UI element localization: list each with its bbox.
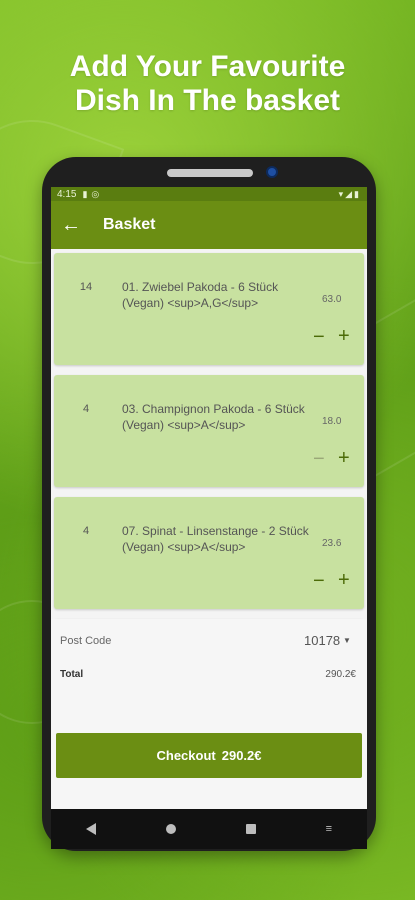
total-label: Total	[60, 669, 84, 680]
status-bar: 4:15 ▮ ◎ ▾◢▮	[51, 187, 367, 201]
phone-speaker	[167, 169, 253, 177]
page-title: Basket	[103, 216, 156, 233]
post-code-label: Post Code	[60, 635, 112, 647]
total-value: 290.2€	[325, 669, 356, 680]
checkout-amount: 290.2€	[221, 748, 262, 763]
item-price: 63.0	[322, 294, 342, 305]
battery-icon: ▮	[354, 188, 361, 199]
checkout-button[interactable]: Checkout 290.2€	[56, 733, 362, 778]
order-summary: Post Code 10178 ▼ Total 290.2€ Checkout …	[51, 619, 367, 809]
increase-quantity-button[interactable]: +	[338, 325, 350, 348]
arrow-left-icon[interactable]: ←	[61, 214, 91, 237]
item-name: 03. Champignon Pakoda - 6 Stück (Vegan) …	[122, 402, 305, 432]
item-quantity: 14	[79, 281, 93, 293]
checkout-label: Checkout	[156, 748, 216, 763]
nav-back-icon[interactable]	[85, 823, 96, 835]
item-quantity: 4	[82, 403, 90, 415]
signal-icon: ◢	[345, 188, 355, 199]
item-price: 18.0	[322, 416, 342, 427]
decrease-quantity-button[interactable]: −	[313, 448, 325, 471]
increase-quantity-button[interactable]: +	[338, 447, 350, 470]
battery-icon: ▮	[82, 188, 88, 199]
item-name: 07. Spinat - Linsenstange - 2 Stück (Veg…	[122, 524, 309, 554]
basket-list[interactable]: 14 01. Zwiebel Pakoda - 6 Stück (Vegan) …	[51, 249, 367, 619]
phone-camera	[266, 166, 278, 178]
promo-headline-line1: Add Your Favourite	[69, 50, 346, 83]
phone-frame: 4:15 ▮ ◎ ▾◢▮ ← Basket 14 01. Zwiebel Pak…	[42, 157, 376, 851]
decrease-quantity-button[interactable]: −	[313, 326, 325, 349]
app-screen: 4:15 ▮ ◎ ▾◢▮ ← Basket 14 01. Zwiebel Pak…	[51, 187, 367, 809]
decrease-quantity-button[interactable]: −	[313, 570, 325, 593]
increase-quantity-button[interactable]: +	[338, 569, 350, 592]
system-nav-bar: ≡	[51, 809, 367, 849]
nav-recents-icon[interactable]	[245, 824, 256, 834]
basket-item: 4 07. Spinat - Linsenstange - 2 Stück (V…	[54, 497, 364, 609]
status-right-icons: ▾◢▮	[339, 189, 361, 200]
post-code-select[interactable]: 10178	[304, 633, 340, 648]
promo-headline: Add Your Favourite Dish In The basket	[0, 50, 415, 118]
item-name: 01. Zwiebel Pakoda - 6 Stück (Vegan) <su…	[122, 280, 279, 310]
basket-item: 14 01. Zwiebel Pakoda - 6 Stück (Vegan) …	[54, 253, 364, 365]
item-quantity: 4	[82, 525, 90, 537]
status-time: 4:15	[57, 188, 77, 200]
item-price: 23.6	[322, 538, 342, 549]
nav-home-icon[interactable]	[165, 824, 176, 834]
promo-headline-line2: Dish In The basket	[74, 84, 341, 117]
nav-menu-icon[interactable]: ≡	[326, 823, 332, 835]
app-bar: ← Basket	[51, 201, 367, 249]
basket-item: 4 03. Champignon Pakoda - 6 Stück (Vegan…	[54, 375, 364, 487]
chevron-down-icon[interactable]: ▼	[343, 636, 351, 645]
data-saver-icon: ◎	[91, 188, 100, 199]
